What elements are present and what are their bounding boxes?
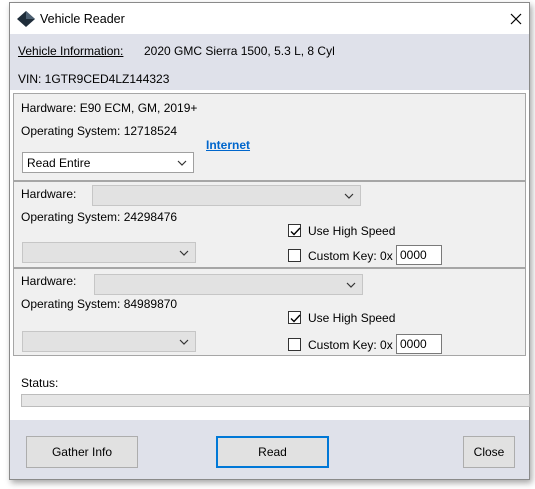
checkmark-icon xyxy=(290,227,301,236)
module3-custom-key-label: Custom Key: 0x xyxy=(308,338,393,352)
vehicle-info-label: Vehicle Information: xyxy=(18,44,124,58)
button-bar: Gather Info Read Close xyxy=(10,420,529,479)
module2-hardware-label: Hardware: xyxy=(21,187,77,201)
module3-os: Operating System: 84989870 xyxy=(21,297,178,311)
module2-hardware-dropdown[interactable] xyxy=(92,185,361,206)
module1-hardware: Hardware: E90 ECM, GM, 2019+ xyxy=(21,101,198,115)
read-button[interactable]: Read xyxy=(216,436,329,468)
read-mode-value: Read Entire xyxy=(27,156,91,170)
module-panel-1: Hardware: E90 ECM, GM, 2019+ Operating S… xyxy=(13,93,526,181)
module3-high-speed-checkbox[interactable] xyxy=(288,311,301,324)
chevron-down-icon xyxy=(179,250,189,256)
close-button[interactable]: Close xyxy=(463,436,515,468)
module-panel-2: Hardware: Operating System: 24298476 Use… xyxy=(13,181,526,268)
module3-custom-key-value: 0000 xyxy=(400,337,427,351)
status-progress-bar xyxy=(21,394,530,407)
gather-info-button[interactable]: Gather Info xyxy=(26,436,138,468)
module3-hardware-dropdown[interactable] xyxy=(94,274,363,295)
module3-custom-key-checkbox[interactable] xyxy=(288,338,301,351)
read-mode-dropdown[interactable]: Read Entire xyxy=(22,152,194,173)
module3-high-speed-label: Use High Speed xyxy=(308,311,396,325)
module3-custom-key-input[interactable]: 0000 xyxy=(396,334,442,354)
chevron-down-icon xyxy=(346,282,356,288)
module2-custom-key-label: Custom Key: 0x xyxy=(308,249,393,263)
module-panel-3: Hardware: Operating System: 84989870 Use… xyxy=(13,268,526,356)
module3-hardware-label: Hardware: xyxy=(21,274,77,288)
chevron-down-icon xyxy=(344,193,354,199)
module3-mode-dropdown[interactable] xyxy=(22,331,196,352)
status-label: Status: xyxy=(21,376,59,390)
vehicle-reader-window: Vehicle Reader Vehicle Information: 2020… xyxy=(9,2,530,480)
module2-custom-key-checkbox[interactable] xyxy=(288,249,301,262)
module2-custom-key-input[interactable]: 0000 xyxy=(396,245,442,265)
app-icon xyxy=(17,11,35,27)
internet-link[interactable]: Internet xyxy=(206,138,250,152)
chevron-down-icon xyxy=(177,160,187,166)
module2-custom-key-value: 0000 xyxy=(400,248,427,262)
vin-text: VIN: 1GTR9CED4LZ144323 xyxy=(18,72,170,86)
module2-high-speed-checkbox[interactable] xyxy=(288,224,301,237)
module2-mode-dropdown[interactable] xyxy=(22,242,196,263)
module2-os: Operating System: 24298476 xyxy=(21,210,178,224)
vehicle-info-value: 2020 GMC Sierra 1500, 5.3 L, 8 Cyl xyxy=(144,44,335,58)
close-icon[interactable] xyxy=(505,8,527,30)
module2-high-speed-label: Use High Speed xyxy=(308,224,396,238)
vehicle-info-band: Vehicle Information: 2020 GMC Sierra 150… xyxy=(10,34,529,90)
checkmark-icon xyxy=(290,314,301,323)
chevron-down-icon xyxy=(179,339,189,345)
title-bar[interactable]: Vehicle Reader xyxy=(10,3,529,34)
window-title: Vehicle Reader xyxy=(40,12,125,26)
module1-os: Operating System: 12718524 xyxy=(21,124,178,138)
